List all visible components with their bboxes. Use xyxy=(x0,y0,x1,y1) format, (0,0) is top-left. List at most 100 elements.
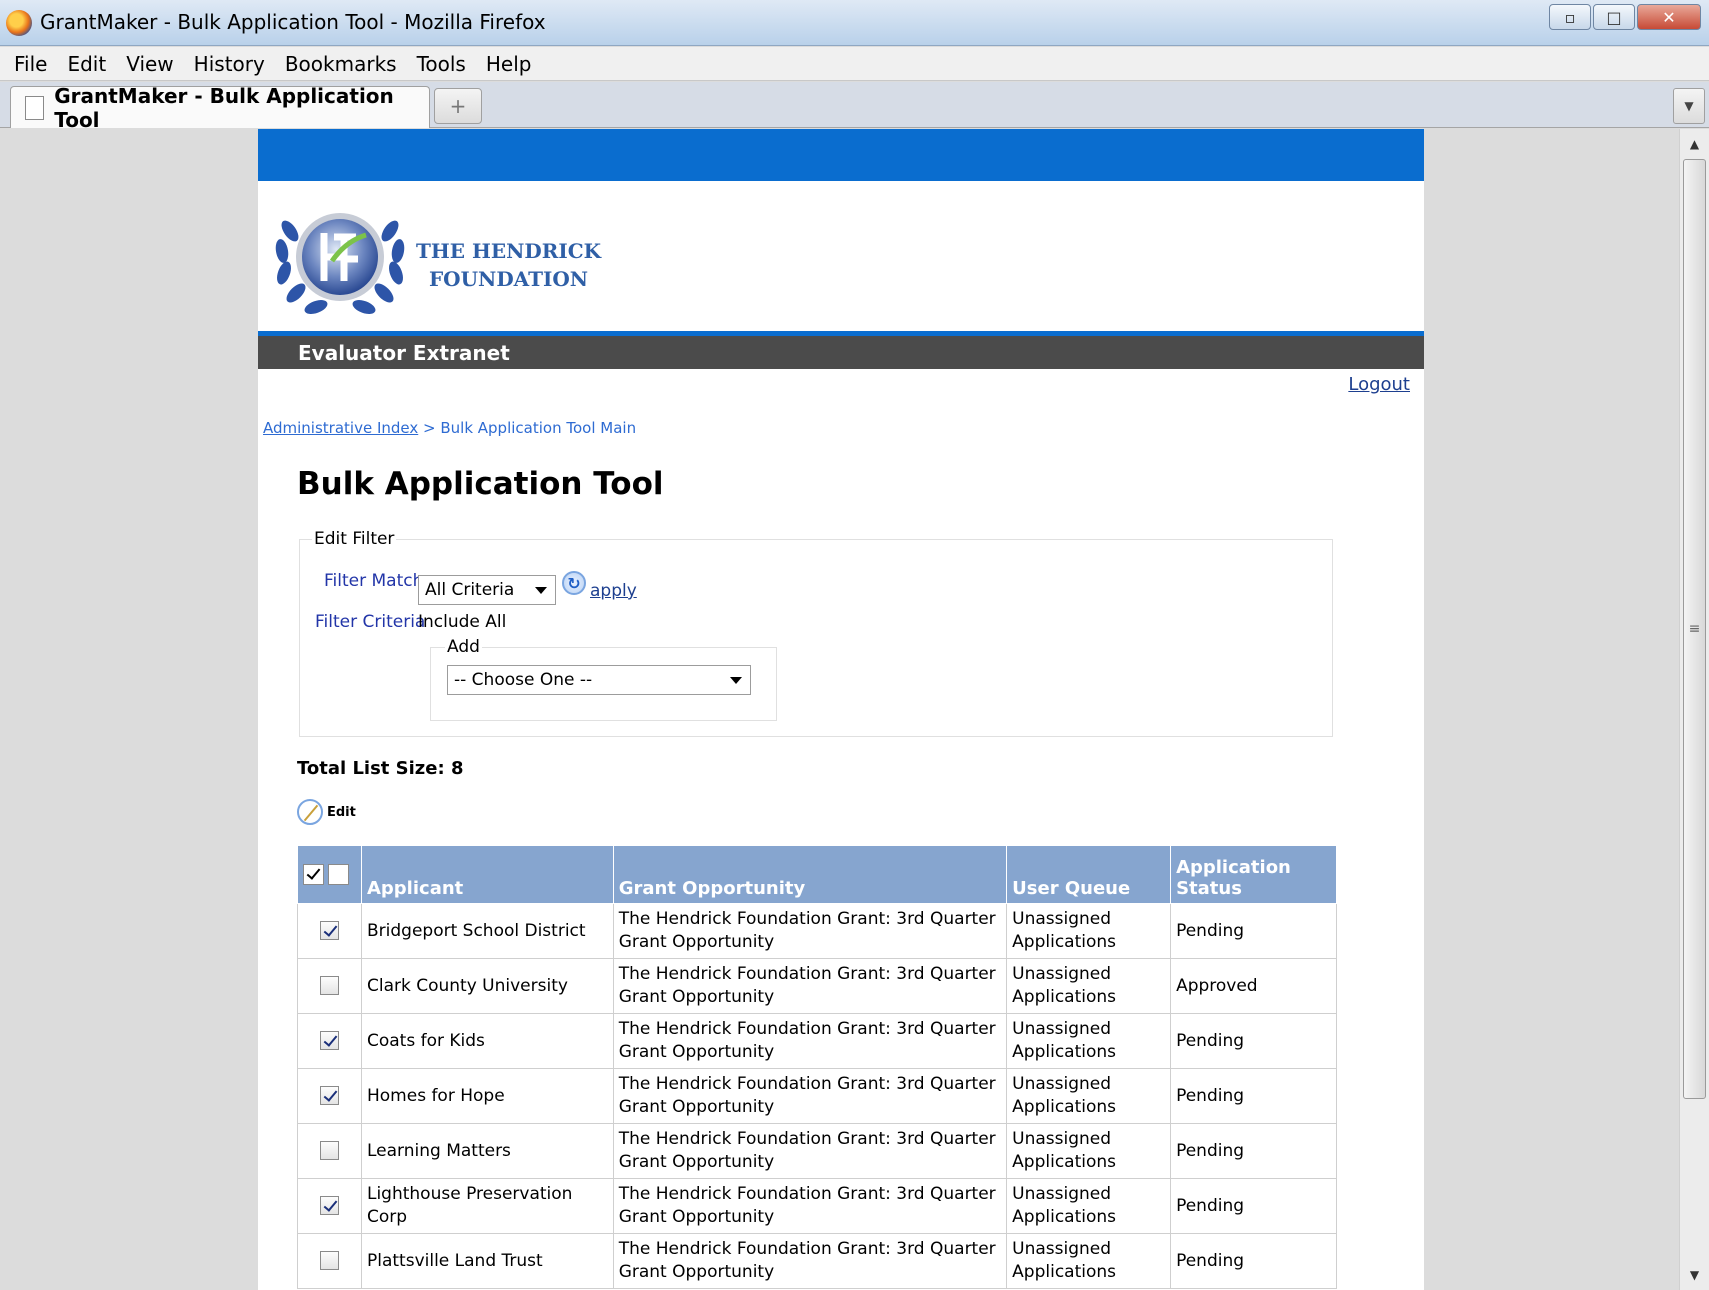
table-row: Coats for Kids The Hendrick Foundation Gr… xyxy=(297,1013,1337,1069)
new-tab-button[interactable]: + xyxy=(434,88,482,124)
tab-strip: GrantMaker - Bulk Application Tool + ▼ xyxy=(0,82,1709,132)
table-row: Plattsville Land Trust The Hendrick Found… xyxy=(297,1233,1337,1289)
menu-bar: File Edit View History Bookmarks Tools H… xyxy=(0,47,1709,81)
applicant-header[interactable]: Applicant xyxy=(360,845,614,904)
user-queue-cell: Unassigned Applications xyxy=(1006,958,1172,1014)
application-status-cell: Pending xyxy=(1170,1068,1337,1124)
window-title: GrantMaker - Bulk Application Tool - Moz… xyxy=(40,10,546,34)
page-icon xyxy=(25,95,45,120)
page-content: THE HENDRICK FOUNDATION Evaluator Extran… xyxy=(258,129,1424,1290)
user-queue-cell: Unassigned Applications xyxy=(1006,903,1172,959)
row-checkbox[interactable] xyxy=(319,1086,339,1105)
select-column-header xyxy=(297,845,362,904)
row-select-cell xyxy=(297,1233,362,1289)
user-queue-header[interactable]: User Queue xyxy=(1006,845,1172,904)
window-controls: ▫ □ ✕ xyxy=(1549,4,1701,30)
edit-filter-legend: Edit Filter xyxy=(314,529,395,549)
row-select-cell xyxy=(297,1178,362,1234)
logout-link[interactable]: Logout xyxy=(1348,374,1410,395)
applicant-cell: Lighthouse Preservation Corp xyxy=(360,1178,614,1234)
nav-title: Evaluator Extranet xyxy=(298,340,510,365)
applicant-cell: Clark County University xyxy=(360,958,614,1014)
close-button[interactable]: ✕ xyxy=(1637,4,1701,30)
applicant-cell: Learning Matters xyxy=(360,1123,614,1179)
row-select-cell xyxy=(297,1013,362,1069)
menu-file[interactable]: File xyxy=(14,52,47,76)
user-queue-cell: Unassigned Applications xyxy=(1006,1233,1172,1289)
page-viewport: THE HENDRICK FOUNDATION Evaluator Extran… xyxy=(0,129,1679,1290)
total-list-size: Total List Size: 8 xyxy=(297,758,464,779)
grant-opportunity-cell: The Hendrick Foundation Grant: 3rd Quart… xyxy=(612,1123,1008,1179)
add-criteria-panel: Add -- Choose One -- xyxy=(430,637,777,721)
menu-history[interactable]: History xyxy=(194,52,265,76)
menu-view[interactable]: View xyxy=(126,52,173,76)
page-title: Bulk Application Tool xyxy=(297,466,664,502)
organization-name: THE HENDRICK FOUNDATION xyxy=(416,237,601,293)
scroll-down-arrow-icon[interactable]: ▼ xyxy=(1680,1260,1709,1290)
application-status-cell: Approved xyxy=(1170,958,1337,1014)
table-header-row: Applicant Grant Opportunity User Queue A… xyxy=(297,845,1337,904)
grant-opportunity-cell: The Hendrick Foundation Grant: 3rd Quart… xyxy=(612,1068,1008,1124)
org-name-line1: THE HENDRICK xyxy=(416,239,602,263)
table-row: Clark County University The Hendrick Foun… xyxy=(297,958,1337,1014)
row-select-cell xyxy=(297,1123,362,1179)
grant-opportunity-cell: The Hendrick Foundation Grant: 3rd Quart… xyxy=(612,1013,1008,1069)
application-status-header[interactable]: Application Status xyxy=(1170,845,1337,904)
refresh-icon[interactable]: ↻ xyxy=(562,571,586,595)
vertical-scrollbar[interactable]: ▲ ≡ ▼ xyxy=(1679,129,1709,1290)
breadcrumb-admin-index-link[interactable]: Administrative Index xyxy=(263,419,418,437)
table-row: Lighthouse Preservation Corp The Hendrick… xyxy=(297,1178,1337,1234)
table-row: Learning Matters The Hendrick Foundation … xyxy=(297,1123,1337,1179)
grant-opportunity-cell: The Hendrick Foundation Grant: 3rd Quart… xyxy=(612,1178,1008,1234)
breadcrumb-separator: > xyxy=(418,419,441,437)
grant-opportunity-header[interactable]: Grant Opportunity xyxy=(612,845,1008,904)
foundation-logo xyxy=(275,213,405,314)
row-select-cell xyxy=(297,1068,362,1124)
row-checkbox[interactable] xyxy=(319,976,339,995)
menu-tools[interactable]: Tools xyxy=(417,52,466,76)
filter-match-select[interactable]: All Criteria xyxy=(418,575,556,605)
scrollbar-thumb[interactable]: ≡ xyxy=(1683,159,1706,1099)
row-checkbox[interactable] xyxy=(319,1141,339,1160)
site-header: THE HENDRICK FOUNDATION xyxy=(258,181,1424,331)
filter-match-label: Filter Match xyxy=(324,571,424,591)
minimize-button[interactable]: ▫ xyxy=(1549,4,1591,30)
select-none-checkbox[interactable] xyxy=(328,864,349,885)
row-checkbox[interactable] xyxy=(319,1196,339,1215)
application-status-cell: Pending xyxy=(1170,1123,1337,1179)
application-status-cell: Pending xyxy=(1170,903,1337,959)
applicant-cell: Homes for Hope xyxy=(360,1068,614,1124)
maximize-button[interactable]: □ xyxy=(1593,4,1635,30)
add-legend: Add xyxy=(447,637,480,657)
tab-list-chevron-icon[interactable]: ▼ xyxy=(1673,88,1705,124)
edit-button[interactable]: Edit xyxy=(297,799,356,825)
user-queue-cell: Unassigned Applications xyxy=(1006,1123,1172,1179)
filter-match-value: All Criteria xyxy=(425,580,515,600)
application-status-cell: Pending xyxy=(1170,1013,1337,1069)
menu-help[interactable]: Help xyxy=(486,52,532,76)
row-checkbox[interactable] xyxy=(319,1251,339,1270)
add-criteria-select[interactable]: -- Choose One -- xyxy=(447,665,751,695)
row-checkbox[interactable] xyxy=(319,1031,339,1050)
table-row: Bridgeport School District The Hendrick F… xyxy=(297,903,1337,959)
firefox-icon xyxy=(6,10,32,36)
applicant-cell: Plattsville Land Trust xyxy=(360,1233,614,1289)
tab-label: GrantMaker - Bulk Application Tool xyxy=(54,83,394,132)
user-queue-cell: Unassigned Applications xyxy=(1006,1178,1172,1234)
browser-tab[interactable]: GrantMaker - Bulk Application Tool xyxy=(10,84,430,132)
nav-bar: Evaluator Extranet xyxy=(258,331,1424,369)
grant-opportunity-cell: The Hendrick Foundation Grant: 3rd Quart… xyxy=(612,1233,1008,1289)
top-color-band xyxy=(258,129,1424,181)
apply-link[interactable]: apply xyxy=(590,581,637,601)
window-titlebar: GrantMaker - Bulk Application Tool - Moz… xyxy=(0,0,1709,46)
menu-edit[interactable]: Edit xyxy=(67,52,106,76)
filter-criteria-label: Filter Criteria xyxy=(315,612,426,632)
menu-bookmarks[interactable]: Bookmarks xyxy=(285,52,397,76)
grant-opportunity-cell: The Hendrick Foundation Grant: 3rd Quart… xyxy=(612,958,1008,1014)
user-queue-cell: Unassigned Applications xyxy=(1006,1013,1172,1069)
select-all-checkbox[interactable] xyxy=(303,864,324,885)
scroll-up-arrow-icon[interactable]: ▲ xyxy=(1680,129,1709,159)
row-checkbox[interactable] xyxy=(319,921,339,940)
pencil-icon xyxy=(297,799,323,825)
breadcrumb-current: Bulk Application Tool Main xyxy=(440,419,637,437)
